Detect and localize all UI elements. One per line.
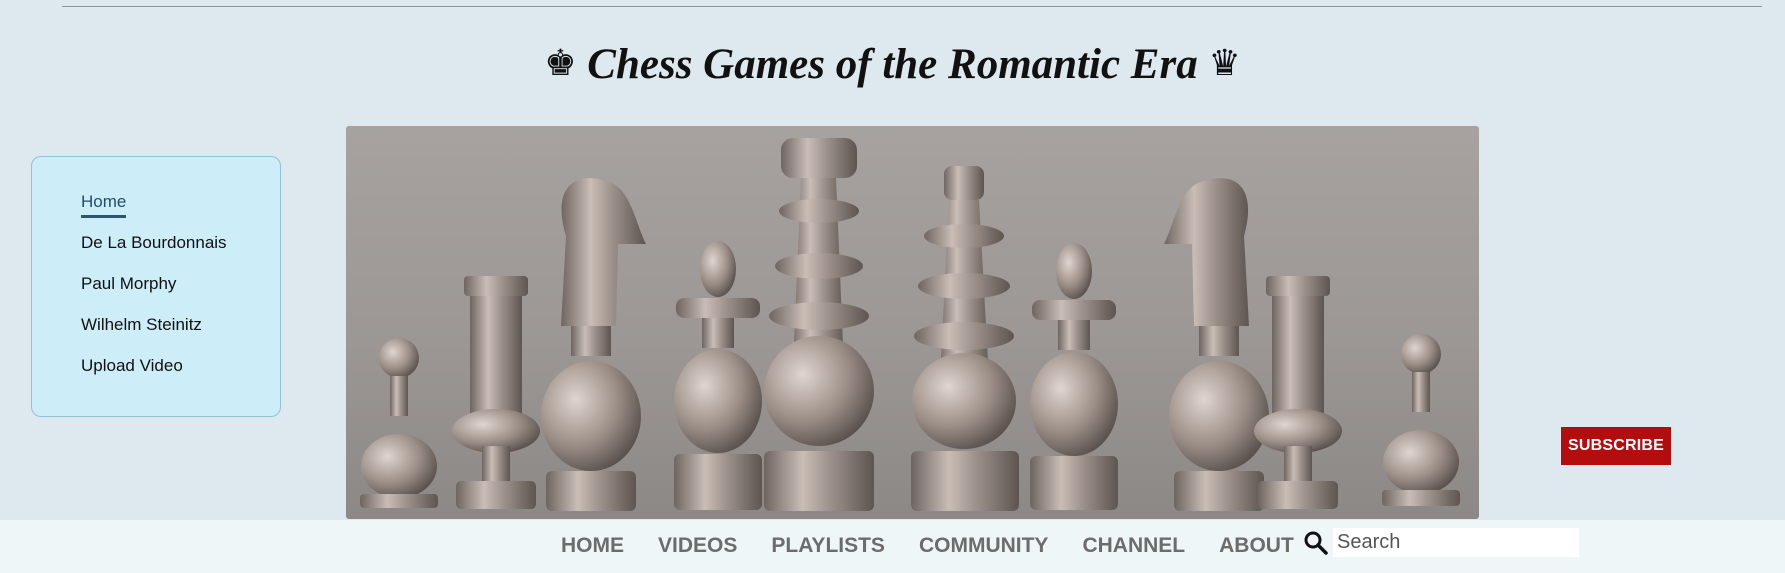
nav-link-home[interactable]: HOME — [561, 532, 624, 560]
sidebar-link-home[interactable]: Home — [81, 191, 127, 218]
page-title: ♚ Chess Games of the Romantic Era ♛ — [0, 40, 1785, 89]
queen-piece — [911, 166, 1019, 511]
nav-link-videos[interactable]: VIDEOS — [658, 532, 737, 560]
nav-link-channel[interactable]: CHANNEL — [1082, 532, 1185, 560]
nav-link-playlists[interactable]: PLAYLISTS — [771, 532, 885, 560]
nav-link-about[interactable]: ABOUT — [1219, 532, 1294, 560]
bottom-navbar: HOME VIDEOS PLAYLISTS COMMUNITY CHANNEL … — [0, 520, 1785, 573]
sidebar-link-paul-morphy[interactable]: Paul Morphy — [81, 273, 176, 295]
knight-piece — [1164, 178, 1269, 511]
sidebar-item-paul-morphy[interactable]: Paul Morphy — [81, 273, 227, 314]
sidebar-item-upload-video[interactable]: Upload Video — [81, 355, 227, 396]
pawn-piece — [1382, 334, 1460, 506]
nav-link-community[interactable]: COMMUNITY — [919, 532, 1049, 560]
sidebar-link-wilhelm-steinitz[interactable]: Wilhelm Steinitz — [81, 314, 202, 336]
sidebar-item-wilhelm-steinitz[interactable]: Wilhelm Steinitz — [81, 314, 227, 355]
sidebar-menu: Home De La Bourdonnais Paul Morphy Wilhe… — [81, 191, 227, 396]
sidebar-link-de-la-bourdonnais[interactable]: De La Bourdonnais — [81, 232, 227, 254]
king-icon: ♚ — [544, 43, 577, 84]
subscribe-button[interactable]: SUBSCRIBE — [1561, 427, 1671, 465]
search-bar — [1303, 528, 1579, 557]
search-icon[interactable] — [1303, 530, 1329, 556]
queen-icon: ♛ — [1208, 43, 1241, 84]
pawn-piece — [360, 338, 438, 508]
king-piece — [764, 138, 874, 511]
sidebar-item-home[interactable]: Home — [81, 191, 227, 232]
sidebar: Home De La Bourdonnais Paul Morphy Wilhe… — [31, 156, 281, 417]
sidebar-link-upload-video[interactable]: Upload Video — [81, 355, 183, 377]
knight-piece — [541, 178, 646, 511]
rook-piece — [452, 276, 540, 509]
page-title-text: Chess Games of the Romantic Era — [587, 41, 1198, 88]
bishop-piece — [1030, 243, 1118, 510]
top-divider — [62, 6, 1762, 7]
search-input[interactable] — [1333, 528, 1579, 557]
bishop-piece — [674, 241, 762, 510]
rook-piece — [1254, 276, 1342, 509]
nav-links: HOME VIDEOS PLAYLISTS COMMUNITY CHANNEL … — [561, 532, 1328, 560]
hero-image — [346, 126, 1479, 519]
chess-pieces-illustration — [360, 138, 1460, 511]
sidebar-item-de-la-bourdonnais[interactable]: De La Bourdonnais — [81, 232, 227, 273]
